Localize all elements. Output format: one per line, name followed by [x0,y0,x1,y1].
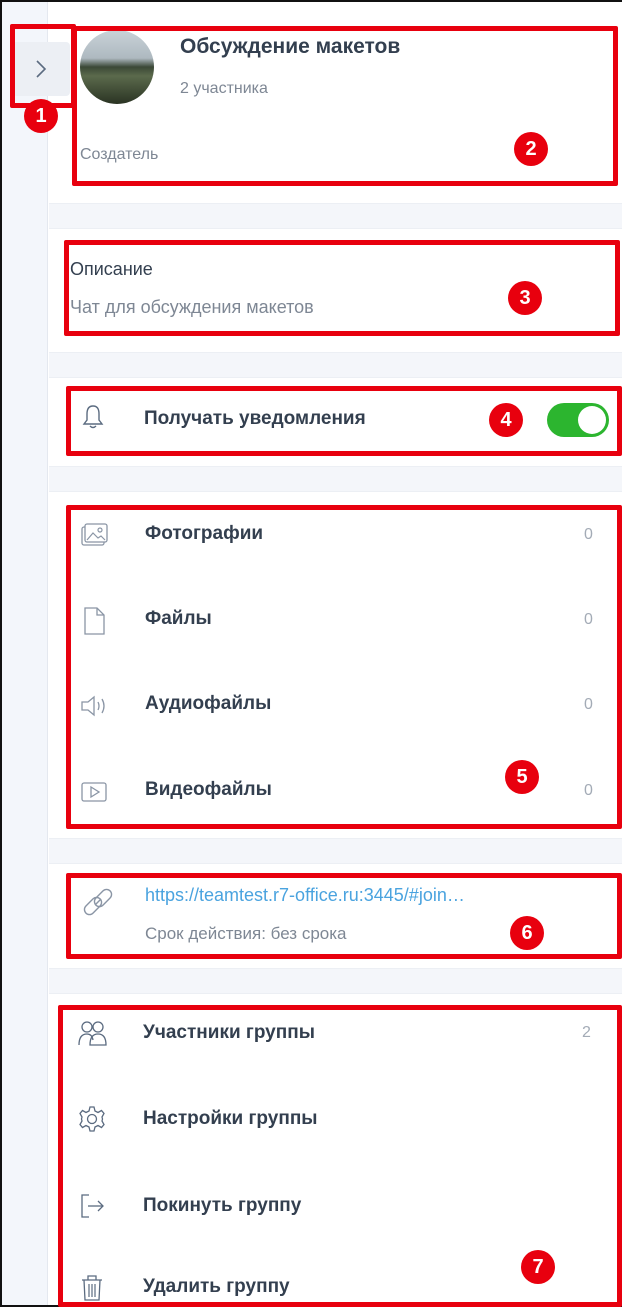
section-divider [49,838,622,864]
annotation-badge: 4 [489,403,523,437]
section-divider [49,968,622,994]
annotation-badge: 1 [24,99,58,133]
annotation-box-4 [66,386,622,456]
annotation-badge: 7 [521,1250,555,1284]
annotation-badge: 3 [508,281,542,315]
annotation-box-1 [10,24,76,108]
annotation-badge: 5 [505,760,539,794]
section-divider [49,203,622,229]
annotation-badge: 6 [510,916,544,950]
section-divider [49,352,622,378]
annotation-box-6 [66,873,622,959]
left-rail [2,2,48,1305]
section-divider [49,466,622,492]
annotation-badge: 2 [514,132,548,166]
